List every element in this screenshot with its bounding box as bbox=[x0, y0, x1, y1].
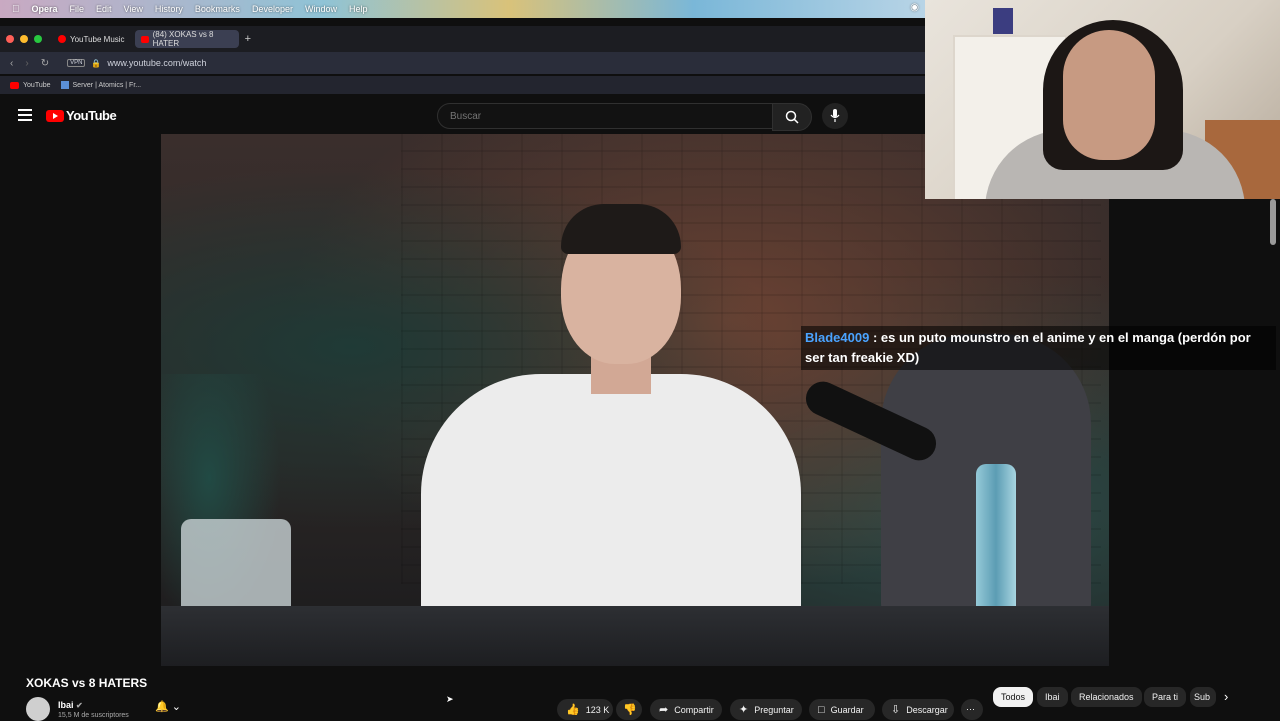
water-bottle bbox=[976, 464, 1016, 624]
lock-icon[interactable]: 🔒 bbox=[91, 59, 101, 68]
download-button[interactable]: ⇩ Descargar bbox=[882, 699, 954, 720]
share-label: Compartir bbox=[674, 704, 714, 715]
youtube-play-icon bbox=[46, 109, 64, 122]
youtube-logo-text: YouTube bbox=[66, 108, 117, 123]
channel-name-text: Ibai bbox=[58, 700, 74, 710]
address-bar: ‹ › ↻ VPN 🔒 www.youtube.com/watch bbox=[0, 52, 925, 74]
subscriber-count: 15,5 M de suscriptores bbox=[58, 712, 129, 719]
chip-relacionados[interactable]: Relacionados bbox=[1071, 687, 1142, 707]
chat-message: : es un puto mounstro en el anime y en e… bbox=[805, 330, 1251, 365]
channel-name[interactable]: Ibai ✔ bbox=[58, 700, 83, 710]
bookmark-youtube[interactable]: YouTube bbox=[10, 81, 51, 89]
more-icon: ⋯ bbox=[966, 704, 975, 714]
video-title: XOKAS vs 8 HATERS bbox=[26, 676, 148, 690]
bell-icon: 🔔 bbox=[155, 701, 169, 713]
streamer-webcam bbox=[925, 0, 1280, 199]
chat-username: Blade4009 bbox=[805, 330, 870, 345]
search-box[interactable] bbox=[437, 103, 774, 129]
hamburger-menu-icon[interactable] bbox=[18, 109, 32, 124]
tab-label: YouTube Music bbox=[70, 34, 125, 44]
tab-youtube-music[interactable]: YouTube Music bbox=[52, 30, 131, 48]
dislike-button[interactable]: 👎 bbox=[616, 699, 642, 720]
new-tab-button[interactable]: + bbox=[245, 33, 251, 45]
chip-para-ti[interactable]: Para ti bbox=[1144, 687, 1187, 707]
menu-history[interactable]: History bbox=[155, 4, 183, 14]
forward-button[interactable]: › bbox=[25, 58, 28, 69]
video-person-main bbox=[421, 194, 801, 654]
minimize-window-button[interactable] bbox=[20, 35, 28, 43]
menu-app[interactable]: Opera bbox=[32, 4, 58, 14]
share-icon: ➦ bbox=[659, 704, 669, 716]
tab-xokas-video[interactable]: (84) XOKAS vs 8 HATER bbox=[134, 30, 239, 48]
table bbox=[161, 606, 1109, 666]
microphone-icon bbox=[830, 109, 840, 122]
server-icon bbox=[60, 81, 69, 89]
download-label: Descargar bbox=[906, 704, 948, 715]
menu-file[interactable]: File bbox=[70, 4, 85, 14]
bookmarks-bar: YouTube Server | Atomics | Fr... bbox=[0, 76, 925, 94]
share-button[interactable]: ➦ Compartir bbox=[650, 699, 722, 720]
control-center-icon[interactable]: ◉ bbox=[910, 2, 919, 13]
back-button[interactable]: ‹ bbox=[10, 58, 13, 69]
youtube-logo[interactable]: YouTube bbox=[46, 108, 117, 123]
reload-button[interactable]: ↻ bbox=[41, 58, 49, 69]
page-scrollbar[interactable] bbox=[1270, 199, 1276, 245]
ask-button[interactable]: ✦ Preguntar bbox=[730, 699, 802, 720]
more-actions-button[interactable]: ⋯ bbox=[961, 699, 983, 720]
save-label: Guardar bbox=[830, 704, 864, 715]
like-count: 123 K bbox=[585, 704, 610, 715]
menu-view[interactable]: View bbox=[124, 4, 143, 14]
download-icon: ⇩ bbox=[891, 704, 901, 716]
browser-tab-bar: YouTube Music (84) XOKAS vs 8 HATER + bbox=[0, 26, 925, 52]
notification-bell-button[interactable]: 🔔 ⌄ bbox=[155, 700, 181, 713]
menu-help[interactable]: Help bbox=[349, 4, 368, 14]
voice-search-button[interactable] bbox=[822, 103, 848, 129]
channel-avatar[interactable] bbox=[26, 697, 50, 721]
chip-todos[interactable]: Todos bbox=[993, 687, 1034, 707]
mouse-cursor-icon: ➤ bbox=[446, 694, 454, 704]
thumbs-up-icon: 👍 bbox=[566, 704, 580, 716]
chip-ibai[interactable]: Ibai bbox=[1037, 687, 1068, 707]
mac-menubar:  Opera File Edit View History Bookmarks… bbox=[0, 0, 925, 18]
search-icon bbox=[785, 110, 799, 124]
youtube-header: YouTube bbox=[0, 98, 925, 134]
window-controls bbox=[6, 35, 48, 43]
bookmark-icon: □ bbox=[818, 703, 825, 716]
close-window-button[interactable] bbox=[6, 35, 14, 43]
menu-window[interactable]: Window bbox=[305, 4, 337, 14]
poster bbox=[993, 8, 1013, 34]
ask-label: Preguntar bbox=[754, 704, 794, 715]
thumbs-down-icon: 👎 bbox=[623, 704, 637, 716]
video-player[interactable] bbox=[161, 134, 1109, 666]
youtube-icon bbox=[140, 35, 149, 43]
verified-icon: ✔ bbox=[76, 701, 83, 710]
save-button[interactable]: □ Guardar bbox=[809, 699, 875, 720]
tab-label: (84) XOKAS vs 8 HATER bbox=[152, 30, 214, 48]
youtube-icon bbox=[10, 81, 19, 89]
search-button[interactable] bbox=[772, 103, 812, 131]
sparkle-icon: ✦ bbox=[739, 704, 749, 716]
vpn-badge[interactable]: VPN bbox=[67, 59, 86, 67]
url-field[interactable]: www.youtube.com/watch bbox=[107, 58, 206, 68]
bookmark-server[interactable]: Server | Atomics | Fr... bbox=[60, 81, 142, 89]
bookmark-label: Server | Atomics | Fr... bbox=[72, 81, 142, 89]
menu-bookmarks[interactable]: Bookmarks bbox=[195, 4, 240, 14]
chat-overlay: Blade4009 : es un puto mounstro en el an… bbox=[801, 326, 1276, 370]
bookmark-label: YouTube bbox=[23, 81, 51, 89]
face bbox=[1063, 30, 1155, 160]
chevron-down-icon: ⌄ bbox=[171, 701, 181, 713]
search-input[interactable] bbox=[448, 110, 752, 123]
zoom-window-button[interactable] bbox=[34, 35, 42, 43]
chevron-right-icon[interactable]: › bbox=[1224, 689, 1228, 704]
chip-sub[interactable]: Sub bbox=[1190, 687, 1216, 707]
menu-developer[interactable]: Developer bbox=[252, 4, 293, 14]
menu-edit[interactable]: Edit bbox=[96, 4, 112, 14]
youtube-music-icon bbox=[58, 35, 66, 43]
apple-icon[interactable]:  bbox=[12, 4, 20, 15]
like-button[interactable]: 👍 123 K bbox=[557, 699, 613, 720]
